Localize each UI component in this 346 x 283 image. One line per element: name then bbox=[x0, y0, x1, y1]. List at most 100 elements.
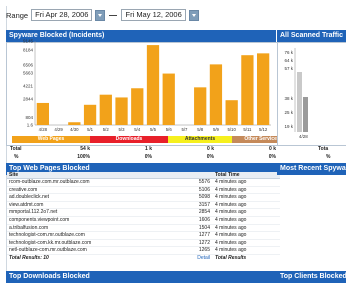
scanned-tick-5: 19 k bbox=[284, 124, 293, 129]
x-tick-label: 5/11 bbox=[243, 127, 252, 132]
scanned-panel-title: All Scanned Traffic bbox=[277, 30, 346, 42]
x-tick-label: 5/1 bbox=[87, 127, 94, 132]
row-count: 5098 bbox=[198, 194, 210, 201]
pct-web: 100% bbox=[77, 154, 90, 160]
row-time: 4 minutes ago bbox=[215, 194, 247, 201]
row-site: rcom-outblaze.com.mr.outblaze.com bbox=[9, 179, 90, 185]
table-row[interactable]: netl-outblaze-com.mr.outblaze.com 1265 4 m… bbox=[7, 247, 280, 255]
col-total-spacer bbox=[177, 172, 213, 178]
bar-5/10[interactable] bbox=[225, 100, 238, 125]
row-count: 1277 bbox=[198, 232, 210, 239]
bar-5/3[interactable] bbox=[115, 97, 128, 125]
row-time: 4 minutes ago bbox=[215, 186, 247, 193]
total-attachments: 0 k bbox=[207, 146, 214, 152]
y-tick-label: 4221 bbox=[23, 84, 34, 89]
bar-5/2[interactable] bbox=[99, 94, 112, 125]
table-row[interactable]: a.tribalfusion.com 1504 4 minutes ago bbox=[7, 225, 280, 233]
row-time: 4 minutes ago bbox=[215, 201, 247, 208]
totals-label: Total bbox=[10, 146, 22, 152]
top-pages-header: Site Total Time bbox=[7, 172, 280, 179]
row-time: 4 minutes ago bbox=[215, 216, 247, 223]
row-time: 4 minutes ago bbox=[215, 209, 247, 216]
total-other: 0 k bbox=[269, 146, 276, 152]
bar-5/5[interactable] bbox=[146, 45, 160, 125]
x-tick-label: 5/2 bbox=[103, 127, 110, 132]
row-time: 4 minutes ago bbox=[215, 239, 247, 246]
bar-5/6[interactable] bbox=[162, 73, 175, 125]
row-site: creative.com bbox=[9, 186, 38, 193]
table-row[interactable]: technologist-com.mr.outblaze.com 1277 4 mi… bbox=[7, 232, 280, 240]
recent-panel-title: Most Recent Spyware bbox=[277, 163, 346, 175]
right-totals: Tota bbox=[318, 146, 346, 152]
row-time: 4 minutes ago bbox=[215, 247, 247, 254]
row-count: 1504 bbox=[198, 224, 210, 231]
scanned-traffic-chart: 76 k 64 k 57 k 38 k 25 k 19 k 4/28 bbox=[284, 48, 308, 139]
x-tick-label: 5/10 bbox=[227, 127, 236, 132]
start-date-value: Fri Apr 28, 2006 bbox=[35, 10, 89, 19]
pct-attachments: 0% bbox=[206, 154, 214, 160]
row-count: 3157 bbox=[198, 201, 210, 208]
row-time: 4 minutes ago bbox=[215, 232, 247, 239]
row-time: 4 minutes ago bbox=[215, 179, 247, 185]
y-tick-label: 8184 bbox=[23, 47, 34, 52]
x-tick-label: 5/8 bbox=[197, 127, 204, 132]
table-row[interactable]: creative.com 5106 4 minutes ago bbox=[7, 187, 280, 195]
row-count: 5106 bbox=[198, 186, 210, 193]
bar-5/1[interactable] bbox=[83, 104, 97, 125]
scanned-bar-1 bbox=[297, 72, 302, 132]
bar-4/30[interactable] bbox=[68, 122, 81, 125]
top-downloads-title: Top Downloads Blocked bbox=[6, 271, 278, 283]
table-row[interactable]: view.atdmt.com 3157 4 minutes ago bbox=[7, 202, 280, 210]
x-tick-label: 5/7 bbox=[181, 127, 188, 132]
row-site: technologist-com.kk.mr.outblaze.com bbox=[9, 239, 92, 246]
table-row[interactable]: components.viewpoint.com 1606 4 minutes ag… bbox=[7, 217, 280, 225]
row-site: a.tribalfusion.com bbox=[9, 224, 49, 231]
pct-other: 0% bbox=[268, 154, 276, 160]
right-total-results: Total Results bbox=[215, 254, 247, 261]
table-row[interactable]: ad.doubleclick.net 5098 4 minutes ago bbox=[7, 194, 280, 202]
end-date-dropdown-icon[interactable] bbox=[188, 9, 199, 21]
right-total-label: Tota bbox=[318, 146, 329, 152]
end-date-field[interactable]: Fri May 12, 2006 bbox=[121, 9, 186, 21]
percent-label: % bbox=[14, 154, 19, 160]
top-pages-rows: rcom-outblaze.com.mr.outblaze.com 5576 4 m… bbox=[7, 179, 280, 255]
scanned-tick-4: 25 k bbox=[284, 110, 293, 115]
bar-5/11[interactable] bbox=[241, 55, 254, 125]
start-date-dropdown-icon[interactable] bbox=[95, 9, 106, 21]
legend-downloads[interactable]: Downloads bbox=[90, 136, 168, 143]
bar-4/28[interactable] bbox=[36, 102, 50, 125]
table-row[interactable]: mmportal.112.2o7.net 2854 4 minutes ago bbox=[7, 209, 280, 217]
x-tick-label: 4/30 bbox=[70, 127, 79, 132]
y-tick-label: 1.6 bbox=[27, 122, 34, 127]
total-web: 54 k bbox=[80, 146, 90, 152]
totals-row: Total 54 k 1 k 0 k 0 k bbox=[6, 146, 278, 152]
total-results-label: Total Results: 10 bbox=[9, 254, 49, 261]
x-tick-label: 5/6 bbox=[166, 127, 173, 132]
row-site: view.atdmt.com bbox=[9, 201, 44, 208]
scanned-tick-1: 64 k bbox=[284, 58, 293, 63]
bar-5/9[interactable] bbox=[209, 64, 223, 125]
row-count: 5576 bbox=[198, 179, 210, 185]
legend-attachments[interactable]: Attachments bbox=[168, 136, 232, 143]
legend-web-pages[interactable]: Web Pages bbox=[12, 136, 90, 143]
range-label: Range bbox=[6, 10, 29, 20]
row-count: 1272 bbox=[198, 239, 210, 246]
table-row[interactable]: rcom-outblaze.com.mr.outblaze.com 5576 4 m… bbox=[7, 179, 280, 187]
row-count: 2854 bbox=[198, 209, 210, 216]
row-time: 4 minutes ago bbox=[215, 224, 247, 231]
top-pages-table: Site Total Time rcom-outblaze.com.mr.out… bbox=[7, 172, 280, 262]
x-tick-label: 4/28 bbox=[39, 127, 48, 132]
bar-5/12[interactable] bbox=[256, 53, 270, 125]
x-tick-label: 5/5 bbox=[150, 127, 157, 132]
bar-5/8[interactable] bbox=[194, 87, 207, 125]
col-total-time: Total Time bbox=[215, 172, 240, 178]
bar-5/4[interactable] bbox=[131, 88, 144, 125]
total-downloads: 1 k bbox=[145, 146, 152, 152]
start-date-field[interactable]: Fri Apr 28, 2006 bbox=[31, 9, 93, 21]
row-site: technologist-com.mr.outblaze.com bbox=[9, 232, 85, 239]
end-date-value: Fri May 12, 2006 bbox=[125, 10, 182, 19]
detail-link[interactable]: Detail bbox=[177, 255, 213, 262]
range-separator bbox=[109, 14, 118, 16]
table-row[interactable]: technologist-com.kk.mr.outblaze.com 1272 4… bbox=[7, 240, 280, 248]
top-pages-footer: Total Results: 10 Detail Total Results bbox=[7, 255, 280, 262]
